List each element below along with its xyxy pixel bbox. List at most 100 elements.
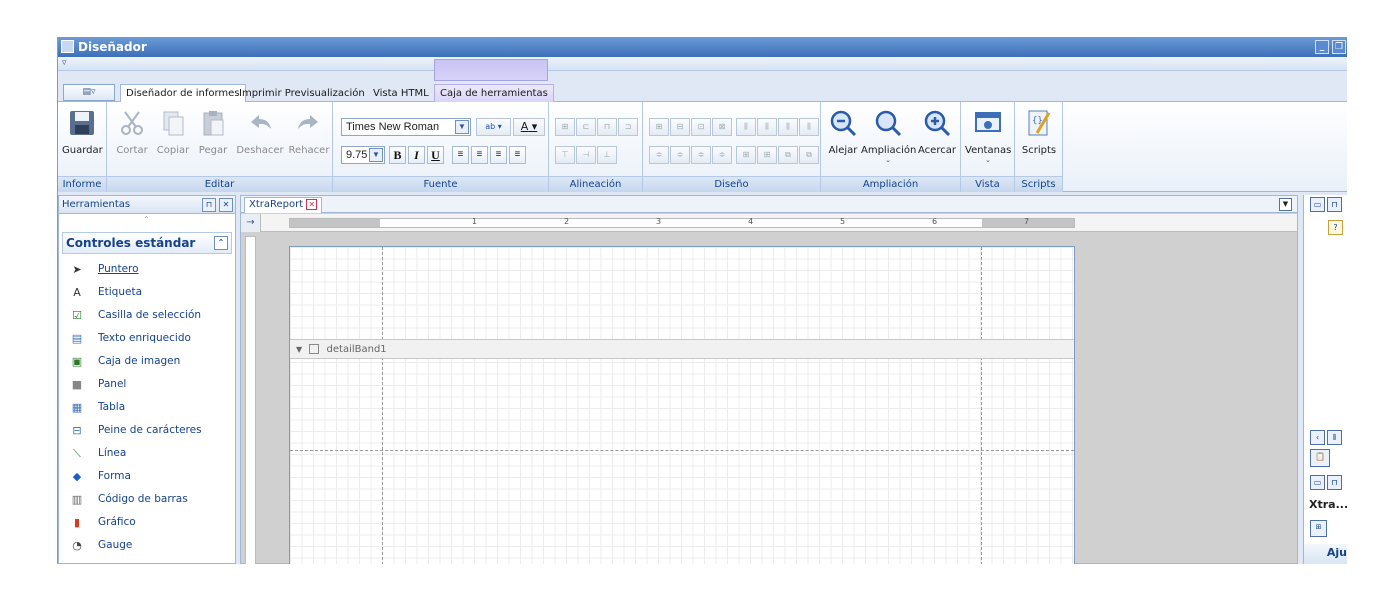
toolbox-section-header[interactable]: Controles estándar ⌃ bbox=[62, 232, 232, 254]
deshacer-button[interactable]: Deshacer bbox=[235, 108, 285, 156]
application-menu-button[interactable]: ▤▿ bbox=[63, 84, 115, 101]
size-to-grid-icon[interactable]: ⊞ bbox=[649, 118, 669, 136]
pegar-button[interactable]: Pegar bbox=[195, 108, 231, 156]
v-spacing-increase-icon[interactable]: ≑ bbox=[670, 146, 690, 164]
tab-xtrareport[interactable]: XtraReport ✕ bbox=[244, 197, 323, 213]
align-tops-icon[interactable]: ⊤ bbox=[555, 146, 575, 164]
v-spacing-decrease-icon[interactable]: ≑ bbox=[691, 146, 711, 164]
toolbox-item-line[interactable]: ⟍ Línea bbox=[59, 442, 235, 465]
center-vertically-icon[interactable]: ⊞ bbox=[757, 146, 777, 164]
align-rights-icon[interactable]: ⊐ bbox=[618, 118, 638, 136]
toolbox-item-richtext[interactable]: ▤ Texto enriquecido bbox=[59, 327, 235, 350]
chevron-down-icon[interactable]: ▼ bbox=[369, 148, 383, 162]
cortar-button[interactable]: Cortar bbox=[113, 108, 151, 156]
scroll-thumb-icon[interactable]: ⦀ bbox=[1327, 430, 1342, 445]
backcolor-button[interactable]: ab ▾ bbox=[476, 118, 511, 136]
align-justify-icon[interactable]: ≡ bbox=[509, 146, 526, 164]
right-dock-panel: ▭ ⊓ ? ‹ ⦀ 📋 ▭ ⊓ Xtra... ⊞ Aju bbox=[1303, 195, 1347, 564]
tab-imprimir-previsualizacion[interactable]: Imprimir Previsualización bbox=[233, 84, 371, 103]
help-icon[interactable]: ? bbox=[1328, 220, 1343, 235]
vertical-ruler bbox=[245, 236, 256, 564]
ampliacion-button[interactable]: Ampliación ⌄ bbox=[861, 108, 916, 164]
h-spacing-remove-icon[interactable]: ⫼ bbox=[799, 118, 819, 136]
barcode-icon: ▥ bbox=[71, 493, 83, 506]
detail-band-header[interactable]: ▼ detailBand1 bbox=[290, 339, 1074, 359]
center-horizontally-icon[interactable]: ⊞ bbox=[736, 146, 756, 164]
qat-menu-button[interactable]: ▿ bbox=[62, 58, 67, 68]
italic-button[interactable]: I bbox=[408, 146, 425, 164]
scroll-up-icon[interactable]: ⌃ bbox=[143, 215, 150, 224]
chevron-down-icon[interactable]: ▼ bbox=[455, 120, 469, 134]
scroll-left-icon[interactable]: ‹ bbox=[1310, 430, 1325, 445]
toolbox-item-barcode[interactable]: ▥ Código de barras bbox=[59, 488, 235, 511]
layout-row-1: ⊞ ⊟ ⊡ ⊠ ⫼ ⫼ ⫼ ⫼ bbox=[649, 118, 819, 136]
minimize-button[interactable]: _ bbox=[1315, 40, 1329, 54]
window-icon[interactable]: ▭ bbox=[1310, 197, 1325, 212]
ajustes-tab[interactable]: Aju bbox=[1304, 544, 1347, 564]
table-icon: ▦ bbox=[71, 401, 83, 414]
toolbox-item-checkbox[interactable]: ☑ Casilla de selección bbox=[59, 304, 235, 327]
alejar-button[interactable]: Alejar bbox=[825, 108, 861, 156]
sort-icon[interactable]: ⊞ bbox=[1310, 520, 1327, 537]
expand-arrow-icon[interactable]: ▼ bbox=[296, 345, 302, 354]
backcolor-label: ab bbox=[485, 122, 496, 131]
copiar-button[interactable]: Copiar bbox=[153, 108, 193, 156]
tab-vista-html[interactable]: Vista HTML bbox=[367, 84, 435, 103]
fontcolor-button[interactable]: A ▾ bbox=[513, 118, 545, 136]
toolbox-item-table[interactable]: ▦ Tabla bbox=[59, 396, 235, 419]
ventanas-button[interactable]: Ventanas ⌄ bbox=[965, 108, 1011, 164]
toolbox-item-picture[interactable]: ▣ Caja de imagen bbox=[59, 350, 235, 373]
close-icon[interactable]: ✕ bbox=[219, 198, 233, 212]
align-bottoms-icon[interactable]: ⊥ bbox=[597, 146, 617, 164]
zoom-out-icon bbox=[830, 110, 857, 137]
same-width-icon[interactable]: ⊟ bbox=[670, 118, 690, 136]
toolbox-item-chart[interactable]: ▮ Gráfico bbox=[59, 511, 235, 534]
toolbox-item-charcomb[interactable]: ⊟ Peine de carácteres bbox=[59, 419, 235, 442]
clipboard-icon[interactable]: 📋 bbox=[1310, 449, 1330, 467]
align-left-icon[interactable]: ≡ bbox=[452, 146, 469, 164]
align-middles-icon[interactable]: ⊣ bbox=[576, 146, 596, 164]
same-size-icon[interactable]: ⊠ bbox=[712, 118, 732, 136]
floppy-disk-icon bbox=[70, 111, 94, 135]
toolbox-item-gauge[interactable]: ◔ Gauge bbox=[59, 534, 235, 557]
font-size-combo[interactable]: 9.75 ▼ bbox=[341, 146, 385, 164]
v-spacing-remove-icon[interactable]: ≑ bbox=[712, 146, 732, 164]
h-spacing-equal-icon[interactable]: ⫼ bbox=[736, 118, 756, 136]
toolbox-item-label: Tabla bbox=[98, 401, 126, 413]
chevron-down-icon[interactable]: ▼ bbox=[1279, 198, 1292, 211]
v-spacing-equal-icon[interactable]: ≑ bbox=[649, 146, 669, 164]
pin-icon[interactable]: ⊓ bbox=[202, 198, 216, 212]
toolbox-item-pointer[interactable]: ➤ Puntero bbox=[59, 258, 235, 281]
underline-button[interactable]: U bbox=[427, 146, 444, 164]
ruler-corner-arrow-icon[interactable]: → bbox=[241, 214, 261, 232]
report-design-surface[interactable]: ▼ detailBand1 bbox=[289, 246, 1075, 564]
font-name-combo[interactable]: Times New Roman ▼ bbox=[341, 118, 471, 136]
tab-disenador-de-informes[interactable]: Diseñador de informes bbox=[120, 84, 246, 103]
toolbox-item-panel[interactable]: ■ Panel bbox=[59, 373, 235, 396]
pin-icon[interactable]: ⊓ bbox=[1327, 197, 1342, 212]
toolbox-item-label[interactable]: A Etiqueta bbox=[59, 281, 235, 304]
collapse-icon[interactable]: ⌃ bbox=[214, 236, 228, 250]
tab-caja-de-herramientas[interactable]: Caja de herramientas bbox=[434, 84, 554, 103]
acercar-button[interactable]: Acercar bbox=[917, 108, 957, 156]
bold-button[interactable]: B bbox=[389, 146, 406, 164]
close-icon[interactable]: ✕ bbox=[306, 198, 318, 210]
send-to-back-icon[interactable]: ⧉ bbox=[799, 146, 819, 164]
bring-to-front-icon[interactable]: ⧉ bbox=[778, 146, 798, 164]
align-lefts-icon[interactable]: ⊏ bbox=[576, 118, 596, 136]
rehacer-button[interactable]: Rehacer bbox=[287, 108, 331, 156]
h-spacing-decrease-icon[interactable]: ⫼ bbox=[778, 118, 798, 136]
align-centers-icon[interactable]: ⊓ bbox=[597, 118, 617, 136]
layout-row-2: ≑ ≑ ≑ ≑ ⊞ ⊞ ⧉ ⧉ bbox=[649, 146, 819, 164]
align-right-icon[interactable]: ≡ bbox=[490, 146, 507, 164]
same-height-icon[interactable]: ⊡ bbox=[691, 118, 711, 136]
toolbox-item-shape[interactable]: ◆ Forma bbox=[59, 465, 235, 488]
align-to-grid-icon[interactable]: ⊞ bbox=[555, 118, 575, 136]
h-spacing-increase-icon[interactable]: ⫼ bbox=[757, 118, 777, 136]
pin-icon[interactable]: ⊓ bbox=[1327, 475, 1342, 490]
align-center-icon[interactable]: ≡ bbox=[471, 146, 488, 164]
restore-button[interactable]: ❐ bbox=[1332, 40, 1346, 54]
scripts-button[interactable]: {} Scripts bbox=[1019, 108, 1059, 156]
guardar-button[interactable]: Guardar bbox=[62, 108, 103, 156]
window-icon[interactable]: ▭ bbox=[1310, 475, 1325, 490]
